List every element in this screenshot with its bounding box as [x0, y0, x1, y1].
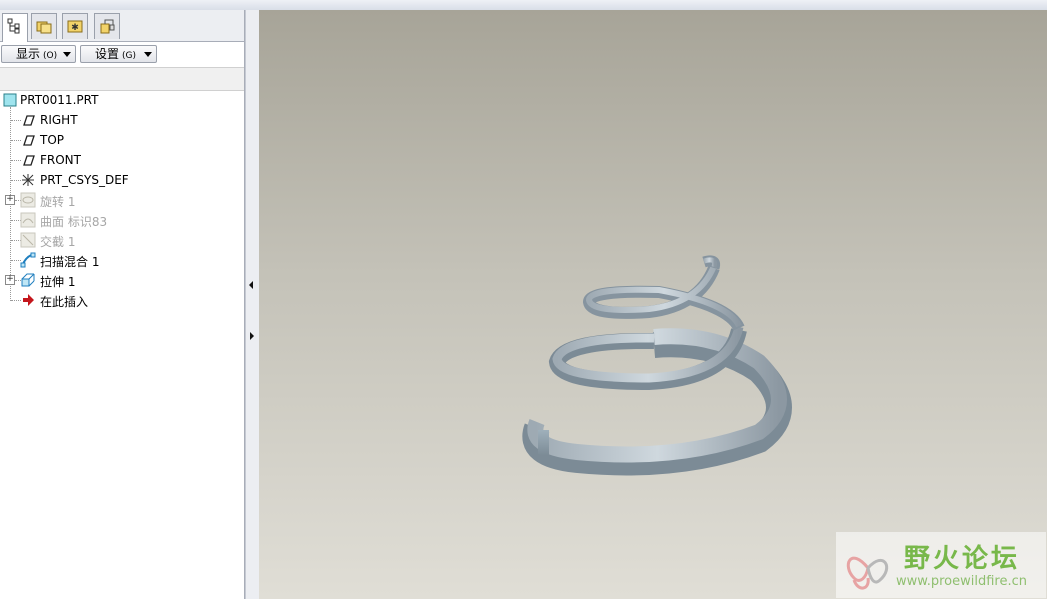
- tree-item-label: FRONT: [40, 153, 81, 167]
- tree-item-front[interactable]: FRONT: [0, 150, 244, 170]
- tree-item-insert-here[interactable]: 在此插入: [0, 290, 244, 310]
- tree-item-label: 旋转 1: [40, 195, 76, 209]
- navigator-menu-row: 显示 (O) 设置 (G): [0, 43, 244, 65]
- tree-filter-bar: [0, 67, 244, 91]
- extrude-icon: [21, 273, 35, 287]
- tree-item-extrude[interactable]: + 拉伸 1: [0, 270, 244, 290]
- revolve-icon: [20, 192, 36, 208]
- tree-item-label: 拉伸 1: [40, 275, 76, 289]
- settings-menu-shortcut: (G): [122, 51, 137, 61]
- tree-item-swept-blend[interactable]: 扫描混合 1: [0, 250, 244, 270]
- datum-plane-icon: [23, 135, 35, 146]
- panel-splitter[interactable]: [245, 10, 260, 599]
- part-icon: [3, 93, 17, 107]
- spring-band-end: [538, 430, 549, 456]
- tree-item-label: RIGHT: [40, 113, 78, 127]
- chevron-down-icon: [144, 52, 152, 57]
- swept-blend-icon: [20, 252, 36, 268]
- graphics-window[interactable]: 野火论坛 www.proewildfire.cn: [259, 10, 1047, 599]
- settings-menu-label: 设置: [95, 47, 120, 61]
- expand-right-icon[interactable]: [246, 323, 257, 349]
- watermark-title: 野火论坛: [904, 544, 1021, 574]
- connections-tab[interactable]: [94, 13, 120, 39]
- butterfly-logo-icon: [846, 556, 889, 590]
- tree-item-intersect[interactable]: 交截 1: [0, 230, 244, 250]
- tree-root[interactable]: PRT0011.PRT: [0, 90, 244, 110]
- chevron-down-icon: [63, 52, 71, 57]
- tree-item-right[interactable]: RIGHT: [0, 110, 244, 130]
- expand-plus-icon[interactable]: +: [5, 275, 15, 285]
- tree-item-label: 曲面 标识83: [40, 215, 108, 229]
- expand-plus-icon[interactable]: +: [5, 195, 15, 205]
- navigator-tabs: ✱: [0, 10, 244, 42]
- show-menu-shortcut: (O): [43, 51, 58, 61]
- tree-item-label: TOP: [40, 133, 65, 147]
- model-tree-tab[interactable]: [2, 13, 28, 42]
- datum-plane-icon: [23, 115, 35, 126]
- model-tree-icon: [7, 18, 20, 34]
- tree-item-label: PRT_CSYS_DEF: [40, 173, 129, 187]
- show-menu-button[interactable]: 显示 (O): [1, 45, 76, 63]
- svg-text:✱: ✱: [71, 23, 79, 33]
- insert-here-arrow-icon: [23, 294, 34, 306]
- coordinate-system-icon: [22, 174, 34, 186]
- tree-item-surface[interactable]: 曲面 标识83: [0, 210, 244, 230]
- intersect-icon: [20, 232, 36, 248]
- spring-model[interactable]: [259, 10, 1047, 599]
- tree-root-label: PRT0011.PRT: [20, 93, 99, 107]
- watermark: 野火论坛 www.proewildfire.cn: [836, 532, 1046, 598]
- watermark-url: www.proewildfire.cn: [896, 574, 1027, 589]
- folder-browser-tab[interactable]: [31, 13, 57, 39]
- show-menu-label: 显示: [16, 47, 41, 61]
- navigator-panel: ✱ 显示 (O) 设置 (G) PRT0011.PRT RIGHT TOP FR…: [0, 10, 245, 599]
- datum-plane-icon: [23, 155, 35, 166]
- tree-item-label: 交截 1: [40, 235, 76, 249]
- tree-item-label: 扫描混合 1: [40, 255, 100, 269]
- tree-item-top[interactable]: TOP: [0, 130, 244, 150]
- connections-icon: [100, 19, 115, 34]
- settings-menu-button[interactable]: 设置 (G): [80, 45, 157, 63]
- favorites-icon: ✱: [67, 20, 83, 33]
- folder-browser-icon: [36, 21, 52, 34]
- spring-upper-coil-shadow: [582, 265, 745, 331]
- collapse-left-icon[interactable]: [246, 272, 257, 298]
- surface-icon: [20, 212, 36, 228]
- tree-item-csys[interactable]: PRT_CSYS_DEF: [0, 170, 244, 190]
- favorites-tab[interactable]: ✱: [62, 13, 88, 39]
- tree-item-revolve[interactable]: + 旋转 1: [0, 190, 244, 210]
- tree-item-label: 在此插入: [40, 295, 89, 309]
